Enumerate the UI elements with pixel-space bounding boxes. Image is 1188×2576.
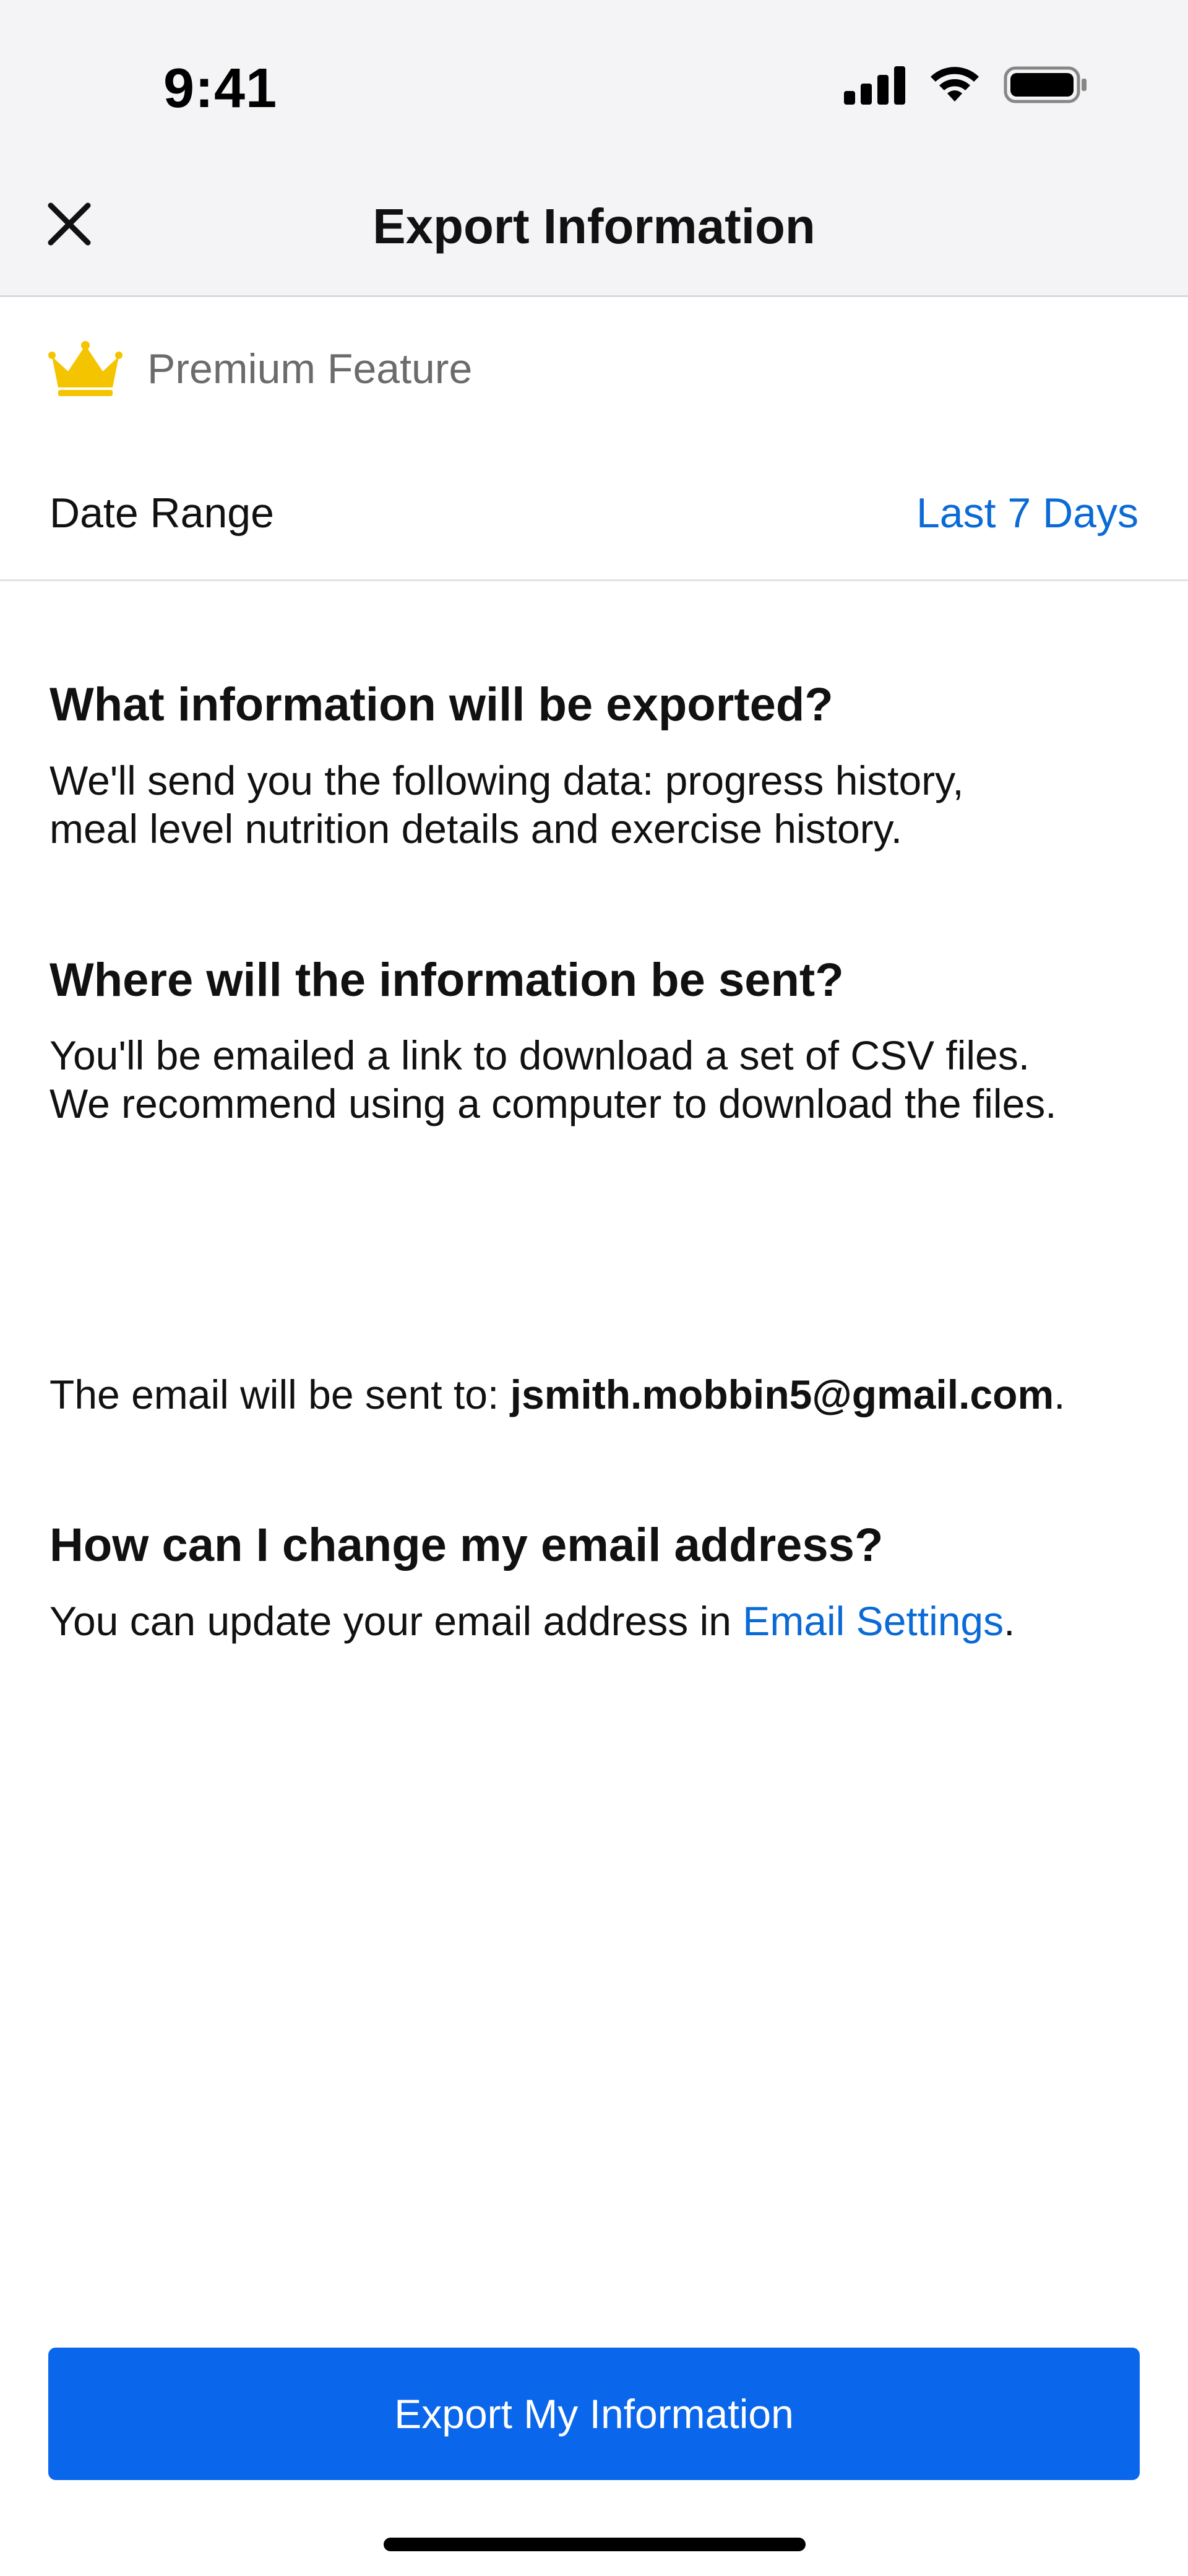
export-my-information-button[interactable]: Export My Information [48, 2348, 1140, 2480]
date-range-label: Date Range [50, 490, 274, 537]
where-sent-body: You'll be emailed a link to download a s… [50, 1031, 1151, 1128]
where-sent-heading: Where will the information be sent? [50, 954, 844, 1006]
change-email-heading: How can I change my email address? [50, 1519, 884, 1571]
where-sent-line-1: You'll be emailed a link to download a s… [50, 1032, 1030, 1078]
crown-icon [48, 341, 123, 396]
what-exported-line-1: We'll send you the following data: progr… [50, 758, 964, 803]
page-title: Export Information [372, 199, 816, 254]
what-exported-heading: What information will be exported? [50, 678, 833, 731]
date-range-value[interactable]: Last 7 Days [916, 489, 1138, 537]
change-email-suffix: . [1004, 1598, 1015, 1644]
where-sent-line-2: We recommend using a computer to downloa… [50, 1081, 1057, 1126]
top-bar: 9:41 Export Information [0, 0, 1188, 297]
date-range-row[interactable]: Date Range Last 7 Days [0, 458, 1188, 581]
email-destination-text: The email will be sent to: jsmith.mobbin… [50, 1370, 1151, 1419]
email-destination-prefix: The email will be sent to: [50, 1372, 510, 1417]
battery-icon [1004, 66, 1087, 103]
premium-feature-row: Premium Feature [48, 340, 472, 397]
status-icons [844, 64, 1088, 105]
cellular-signal-icon [844, 66, 905, 105]
email-address: jsmith.mobbin5@gmail.com [510, 1372, 1054, 1417]
wifi-icon [931, 67, 979, 102]
email-settings-link[interactable]: Email Settings [742, 1598, 1004, 1644]
what-exported-line-2: meal level nutrition details and exercis… [50, 806, 903, 852]
change-email-body: You can update your email address in Ema… [50, 1597, 1151, 1645]
premium-feature-label: Premium Feature [147, 345, 473, 392]
email-destination-suffix: . [1054, 1372, 1065, 1417]
home-indicator [384, 2538, 806, 2551]
status-time: 9:41 [163, 58, 278, 119]
change-email-prefix: You can update your email address in [50, 1598, 743, 1644]
what-exported-body: We'll send you the following data: progr… [50, 756, 1151, 853]
